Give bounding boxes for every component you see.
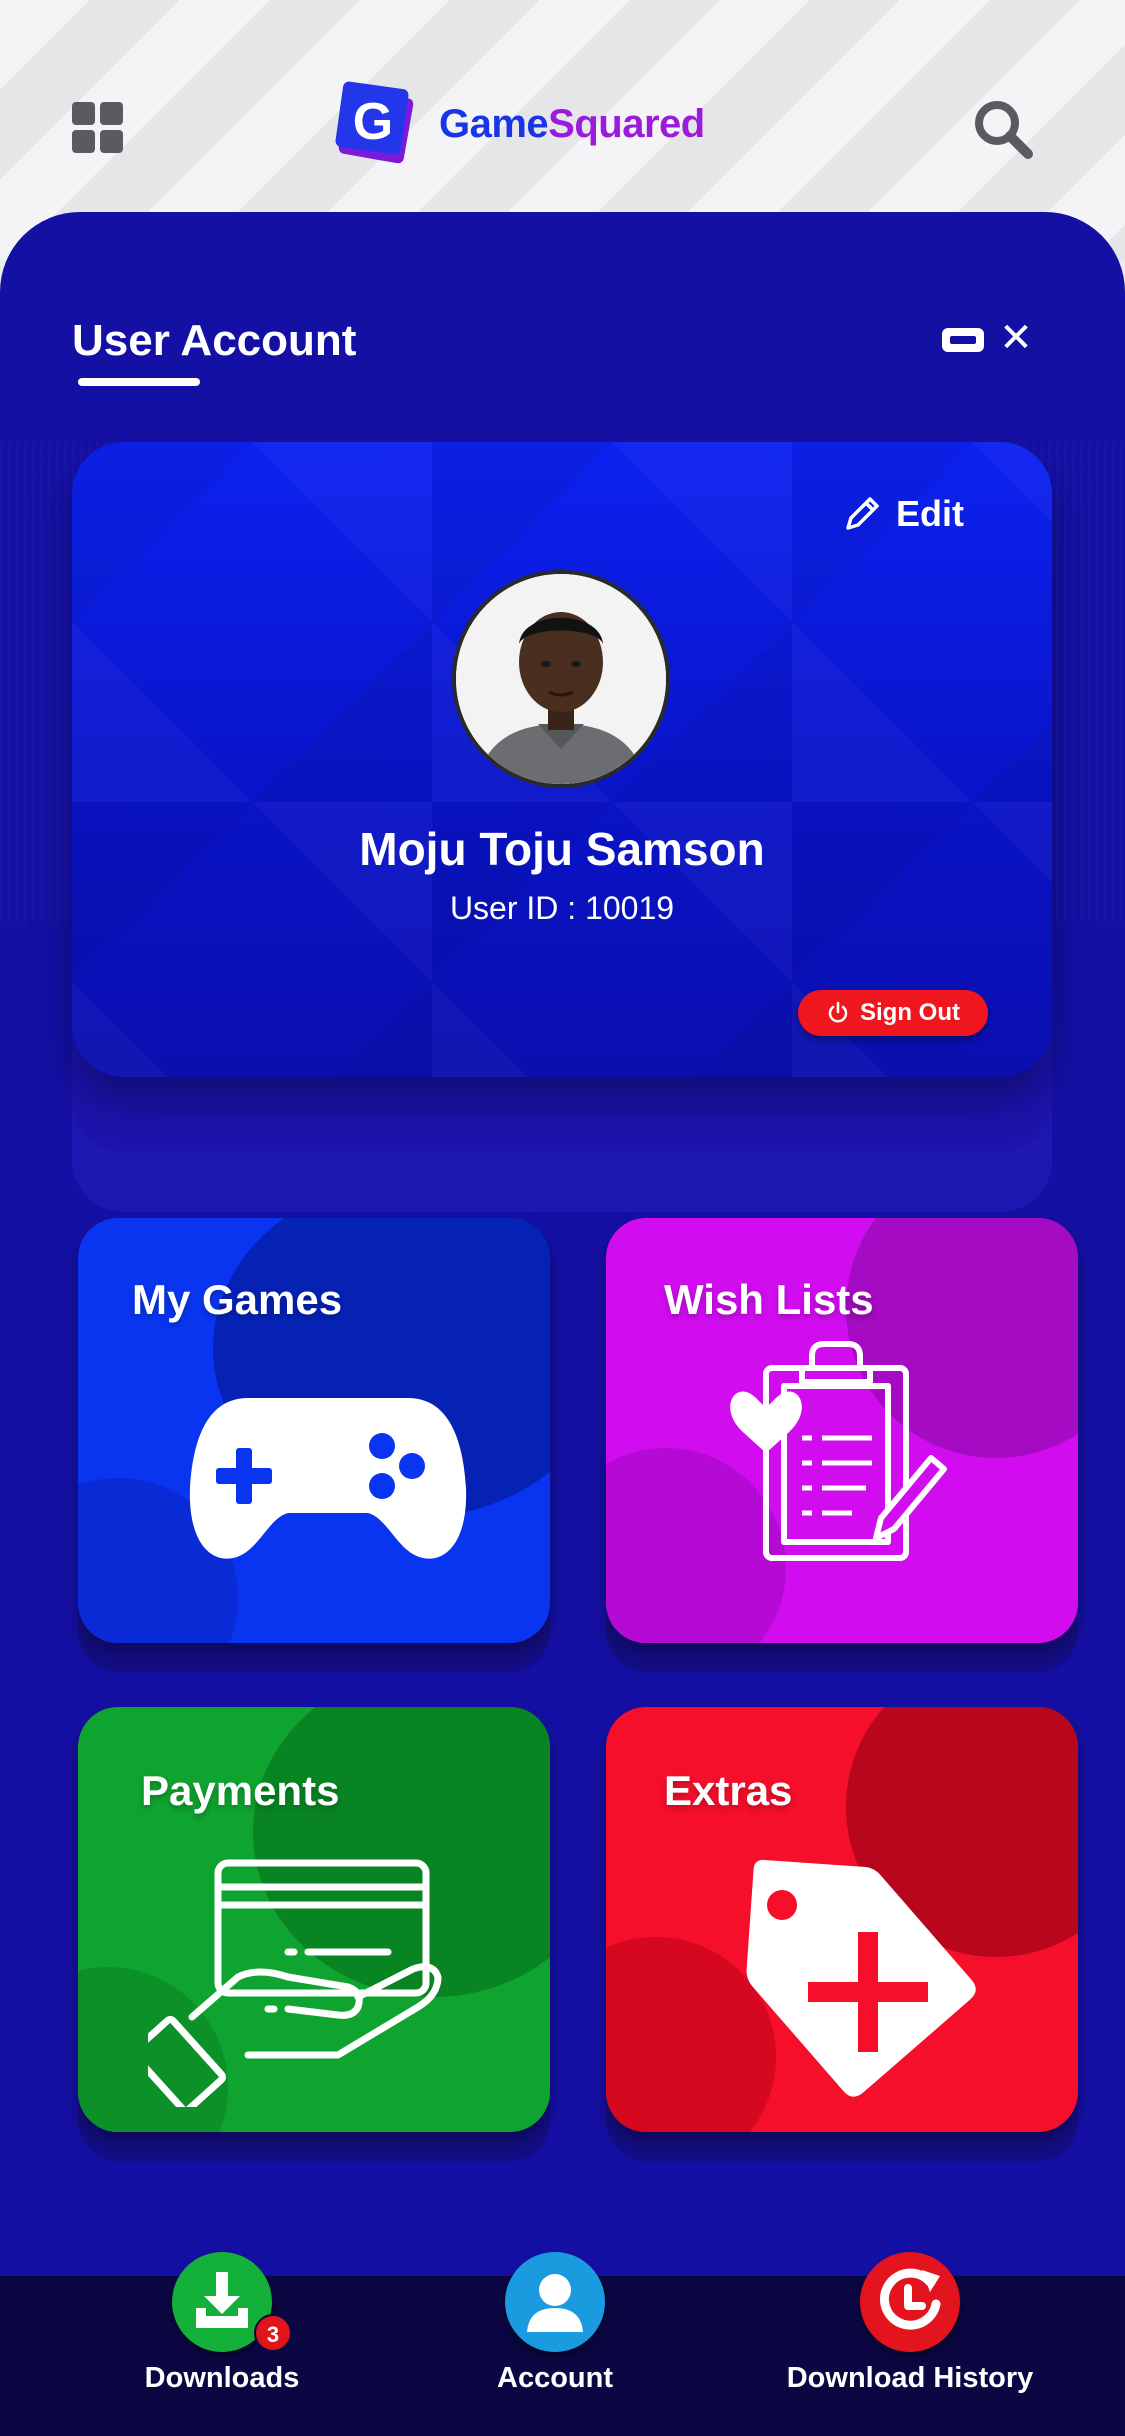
power-icon — [828, 1001, 848, 1023]
tile-extras[interactable]: Extras — [606, 1707, 1078, 2132]
nav-item-downloads[interactable]: 3 Downloads — [72, 2252, 372, 2395]
minimize-icon[interactable] — [942, 328, 984, 352]
sign-out-button[interactable]: Sign Out — [798, 990, 988, 1036]
edit-label: Edit — [896, 493, 964, 534]
nav-item-download-history[interactable]: Download History — [760, 2252, 1060, 2395]
payment-hand-icon — [148, 1859, 442, 2107]
nav-label: Downloads — [144, 2362, 300, 2394]
brand-logo-letter: G — [353, 93, 393, 151]
sign-out-label: Sign Out — [860, 999, 960, 1026]
main-panel: User Account ✕ Edit Moju Toju Samson Use… — [0, 212, 1125, 2282]
brand: G GameSquared — [333, 74, 705, 174]
tile-label: My Games — [132, 1276, 343, 1323]
section-title: User Account — [72, 316, 357, 365]
tile-label: Payments — [141, 1767, 340, 1814]
tile-payments-wrap: Payments — [78, 1707, 550, 2161]
profile-user-id: User ID : 10019 — [449, 890, 675, 926]
search-icon[interactable] — [972, 98, 1034, 160]
nav-label: Account — [497, 2362, 613, 2394]
wishlist-clipboard-icon — [730, 1341, 947, 1561]
edit-button[interactable]: Edit — [840, 492, 964, 536]
close-icon[interactable]: ✕ — [998, 318, 1034, 358]
tile-label: Extras — [664, 1767, 793, 1814]
history-icon — [860, 2252, 960, 2352]
tile-my-games-wrap: My Games — [78, 1218, 550, 1672]
tile-payments[interactable]: Payments — [78, 1707, 550, 2132]
bottom-nav: 3 Downloads Account Download History — [0, 2252, 1125, 2436]
tile-wish-lists-wrap: Wish Lists — [606, 1218, 1078, 1672]
brand-name-part1: Game — [439, 101, 549, 146]
price-tag-plus-icon — [746, 1859, 976, 2097]
avatar[interactable] — [452, 570, 670, 788]
tile-extras-wrap: Extras — [606, 1707, 1078, 2161]
profile-card: Edit Moju Toju Samson User ID : 10019 Si… — [72, 442, 1052, 1077]
brand-name: GameSquared — [439, 102, 705, 147]
brand-logo: G — [333, 81, 419, 167]
tile-label: Wish Lists — [664, 1276, 874, 1323]
nav-item-account[interactable]: Account — [405, 2252, 705, 2395]
title-underline — [78, 378, 200, 386]
gamepad-icon — [189, 1398, 467, 1559]
nav-label: Download History — [786, 2362, 1034, 2394]
pencil-icon — [846, 497, 879, 530]
download-icon: 3 — [172, 2252, 292, 2352]
user-icon — [505, 2252, 605, 2352]
profile-name: Moju Toju Samson — [359, 823, 765, 875]
tile-wish-lists[interactable]: Wish Lists — [606, 1218, 1078, 1643]
grid-menu-icon[interactable] — [72, 102, 124, 154]
brand-name-part2: Squared — [548, 101, 705, 146]
tile-my-games[interactable]: My Games — [78, 1218, 550, 1643]
downloads-badge: 3 — [254, 2314, 292, 2352]
